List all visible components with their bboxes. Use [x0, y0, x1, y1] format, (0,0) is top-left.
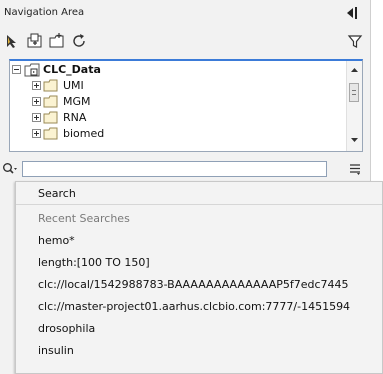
dropdown-divider	[16, 204, 382, 205]
tree-node[interactable]: UMI	[32, 78, 332, 94]
select-pointer-icon[interactable]	[4, 32, 22, 50]
recent-searches-header: Recent Searches	[38, 212, 130, 225]
scroll-down-arrow-icon[interactable]	[350, 135, 359, 144]
scroll-up-arrow-icon[interactable]	[350, 66, 359, 75]
folder-icon	[43, 127, 58, 140]
tree-node[interactable]: MGM	[32, 94, 332, 110]
tree-node[interactable]: biomed	[32, 126, 332, 142]
folder-icon	[43, 95, 58, 108]
expand-toggle-icon[interactable]	[32, 81, 41, 90]
recent-search-item[interactable]: clc://local/1542988783-BAAAAAAAAAAAAAP5f…	[38, 278, 349, 291]
expand-toggle-icon[interactable]	[32, 129, 41, 138]
tree-node-label: RNA	[63, 111, 87, 124]
recent-search-item[interactable]: insulin	[38, 344, 74, 357]
refresh-icon[interactable]	[70, 32, 88, 50]
recent-search-item[interactable]: clc://master-project01.aarhus.clcbio.com…	[38, 300, 350, 313]
tree-node-label: MGM	[63, 95, 91, 108]
collapse-panel-icon[interactable]	[344, 5, 358, 21]
panel-titlebar: Navigation Area	[0, 0, 370, 26]
scrollbar-thumb[interactable]	[349, 83, 359, 102]
recent-search-item[interactable]: hemo*	[38, 234, 75, 247]
search-menu-item[interactable]: Search	[38, 187, 76, 200]
folder-icon	[43, 79, 58, 92]
new-folder-icon[interactable]	[48, 32, 66, 50]
data-location-icon	[24, 63, 40, 77]
search-suggestions-dropdown: Search Recent Searches hemo* length:[100…	[15, 181, 383, 374]
navigation-tree[interactable]: CLC_Data UMI MGM RNA biomed	[9, 59, 363, 152]
recent-search-item[interactable]: length:[100 TO 150]	[38, 256, 150, 269]
add-folder-icon[interactable]	[26, 32, 44, 50]
tree-node-label: UMI	[63, 79, 84, 92]
tree-node[interactable]: RNA	[32, 110, 332, 126]
tree-scrollbar[interactable]	[346, 61, 362, 151]
collapse-toggle-icon[interactable]	[12, 65, 21, 74]
tree-node-root[interactable]: CLC_Data	[12, 62, 342, 78]
filter-funnel-icon[interactable]	[346, 32, 364, 50]
search-bar	[0, 160, 370, 180]
expand-toggle-icon[interactable]	[32, 113, 41, 122]
tree-node-label: biomed	[63, 127, 105, 140]
search-input[interactable]	[22, 161, 327, 177]
search-options-icon[interactable]	[347, 162, 363, 176]
panel-title: Navigation Area	[4, 7, 85, 18]
recent-search-item[interactable]: drosophila	[38, 322, 95, 335]
tree-root-label: CLC_Data	[43, 63, 101, 76]
search-magnifier-icon[interactable]	[2, 162, 18, 176]
navigation-toolbar	[0, 26, 370, 56]
expand-toggle-icon[interactable]	[32, 97, 41, 106]
folder-icon	[43, 111, 58, 124]
